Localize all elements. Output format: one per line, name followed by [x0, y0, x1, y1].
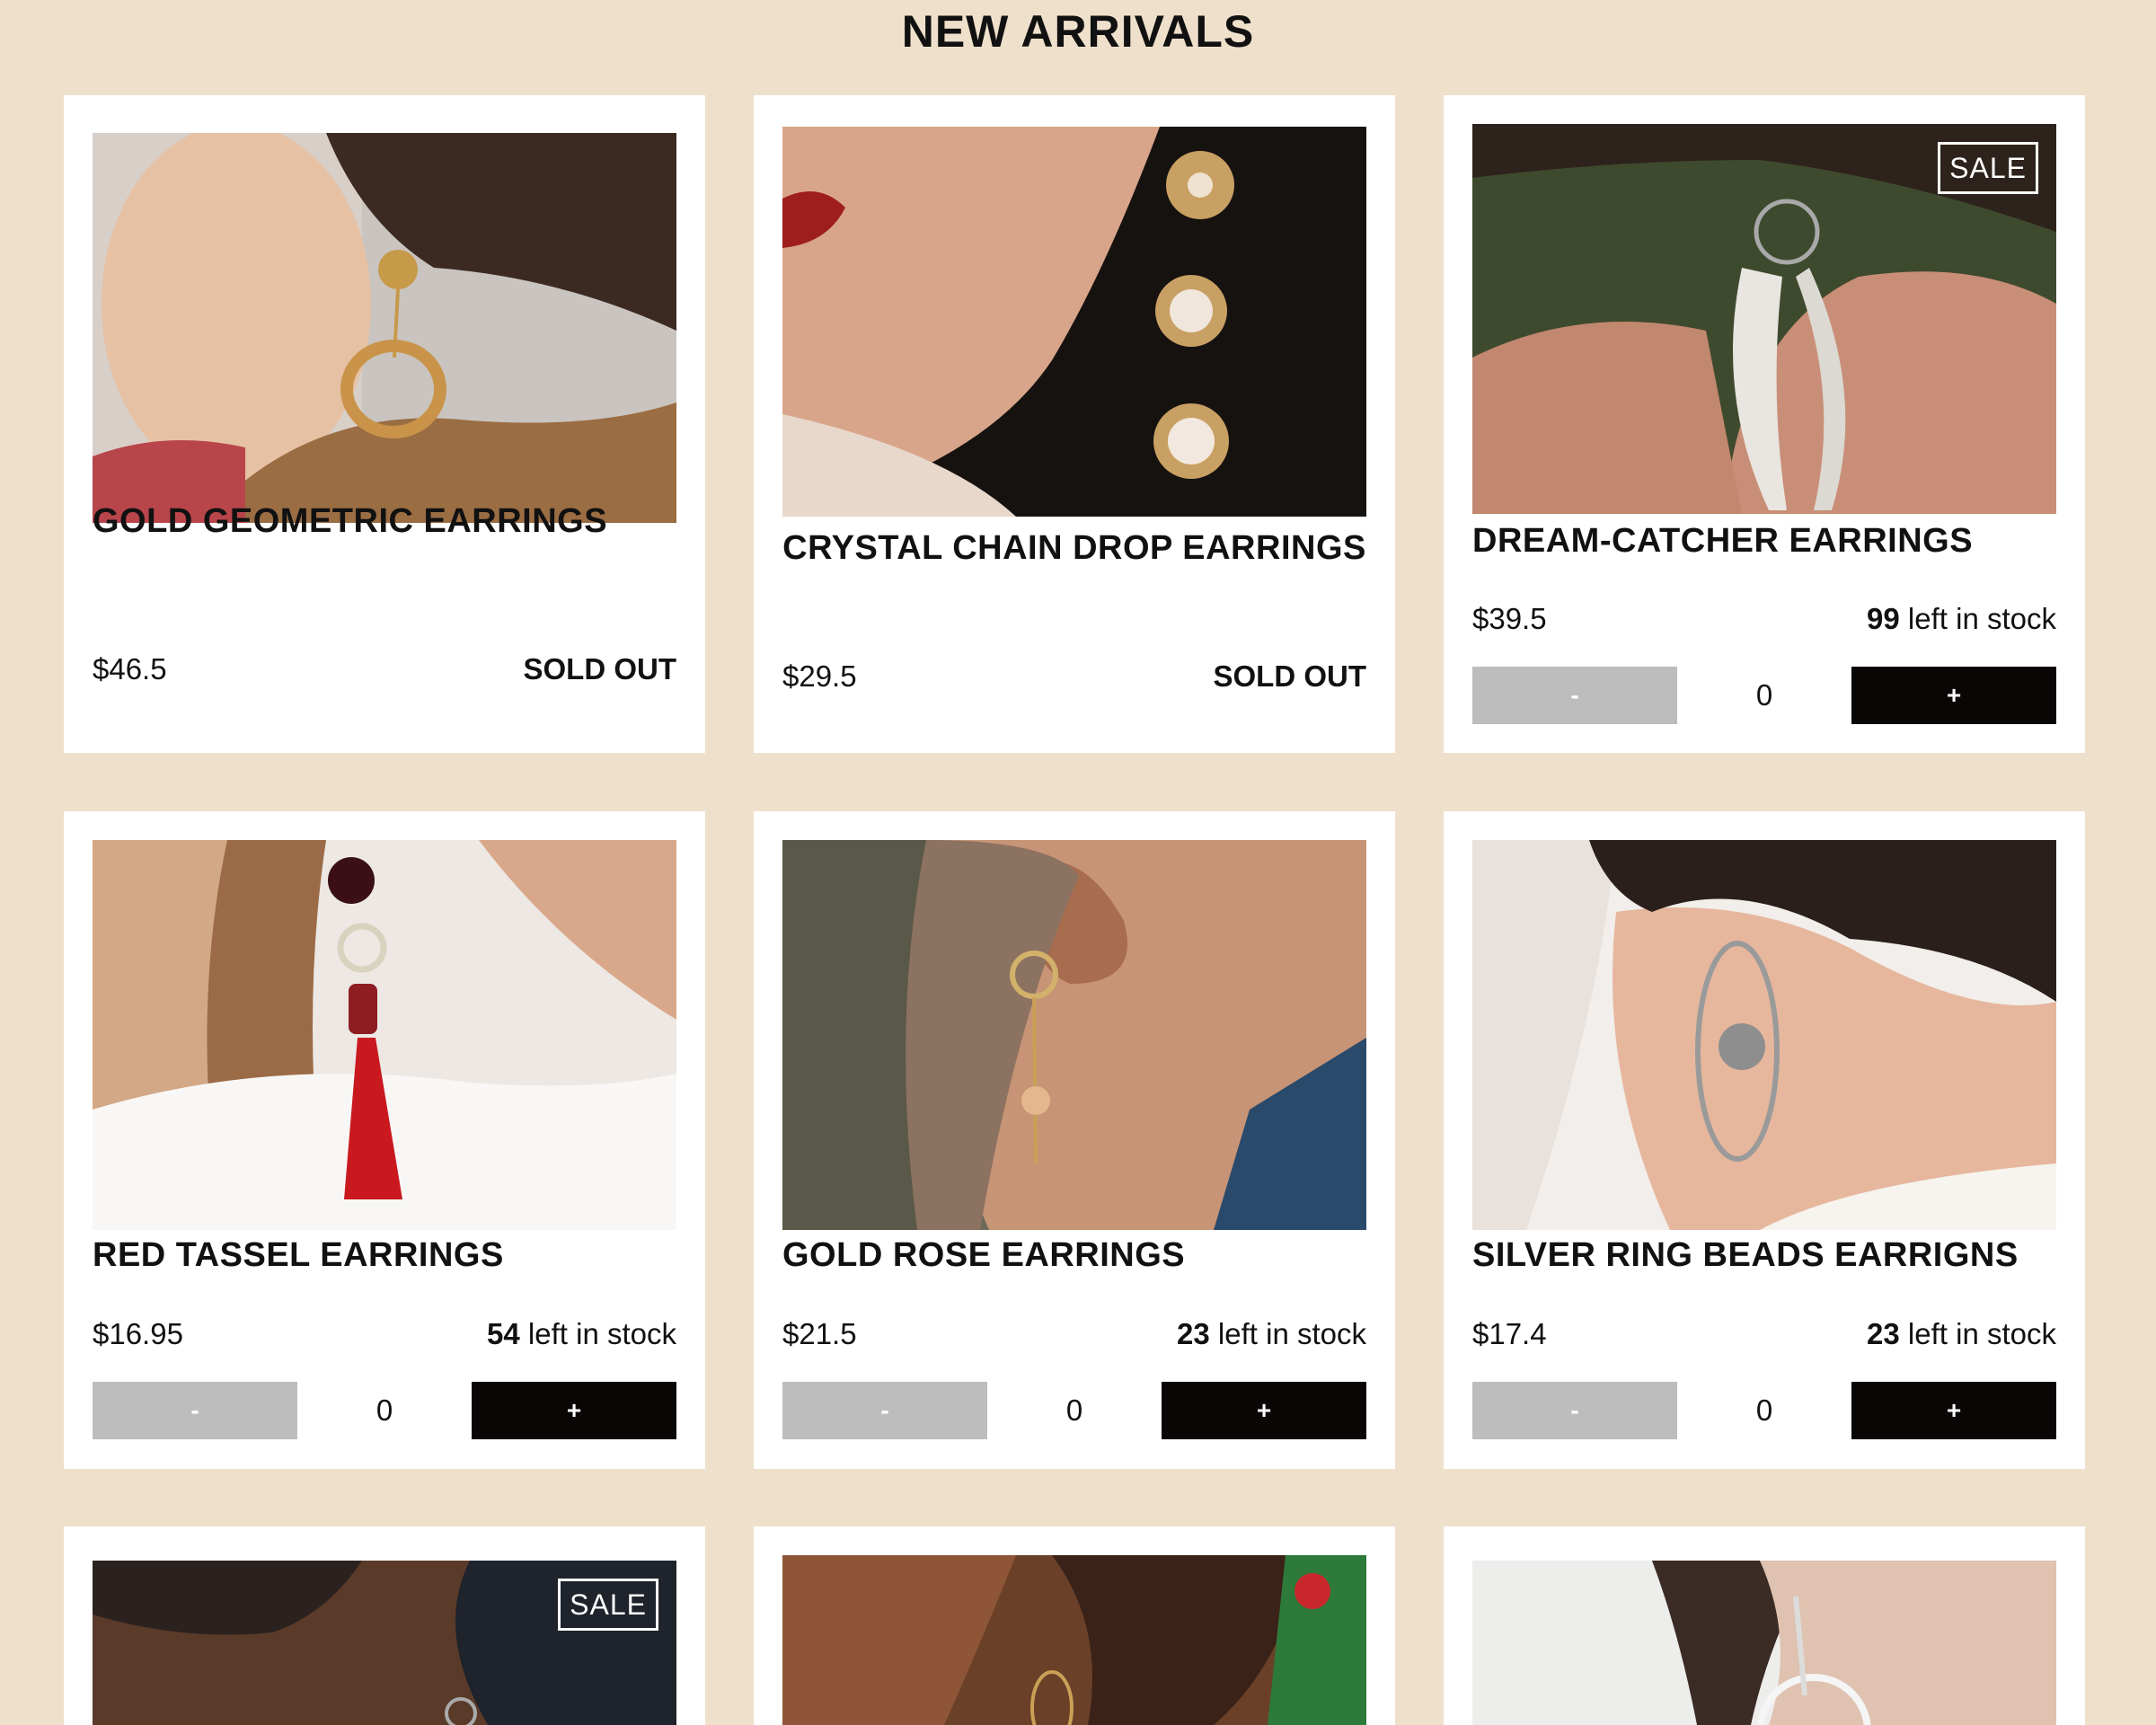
product-image[interactable] — [93, 133, 676, 523]
product-price: $21.5 — [782, 1317, 857, 1350]
stock-status: 54 left in stock — [487, 1317, 676, 1351]
stock-count: 54 — [487, 1317, 520, 1350]
product-image[interactable] — [1472, 1561, 2056, 1725]
stock-suffix: left in stock — [1907, 1317, 2056, 1350]
decrease-quantity-button[interactable]: - — [1472, 1382, 1677, 1439]
quantity-stepper: - 0 + — [93, 1382, 676, 1439]
product-image[interactable]: SALE — [1472, 124, 2056, 514]
product-card: CRYSTAL CHAIN DROP EARRINGS $29.5 SOLD O… — [754, 95, 1395, 753]
product-card: GOLD ROSE EARRINGS $21.5 23 left in stoc… — [754, 811, 1395, 1469]
sold-out-label: SOLD OUT — [1213, 659, 1367, 693]
stock-status: 99 left in stock — [1867, 602, 2056, 636]
quantity-value: 0 — [1755, 1393, 1773, 1427]
product-name[interactable]: RED TASSEL EARRINGS — [93, 1234, 676, 1277]
product-image[interactable]: SALE — [93, 1561, 676, 1725]
decrease-quantity-button[interactable]: - — [93, 1382, 297, 1439]
stock-count: 99 — [1867, 602, 1900, 635]
product-card: SALE — [64, 1526, 705, 1725]
product-image[interactable] — [782, 1555, 1366, 1725]
stock-count: 23 — [1177, 1317, 1210, 1350]
increase-quantity-button[interactable]: + — [472, 1382, 676, 1439]
page-title: NEW ARRIVALS — [901, 6, 1255, 57]
product-image[interactable] — [782, 840, 1366, 1230]
product-name[interactable]: DREAM-CATCHER EARRINGS — [1472, 519, 2056, 562]
stock-suffix: left in stock — [527, 1317, 676, 1350]
stock-status: 23 left in stock — [1177, 1317, 1366, 1351]
quantity-stepper: - 0 + — [1472, 667, 2056, 724]
product-name[interactable]: CRYSTAL CHAIN DROP EARRINGS — [782, 526, 1366, 570]
increase-quantity-button[interactable]: + — [1851, 1382, 2056, 1439]
increase-quantity-button[interactable]: + — [1162, 1382, 1366, 1439]
decrease-quantity-button[interactable]: - — [1472, 667, 1677, 724]
product-card: SALE DREAM-CATCHER EARRINGS $39.5 99 lef… — [1444, 95, 2085, 753]
product-card: SILVER RING BEADS EARRIGNS $17.4 23 left… — [1444, 811, 2085, 1469]
stock-count: 23 — [1867, 1317, 1900, 1350]
quantity-value: 0 — [376, 1393, 393, 1427]
stock-suffix: left in stock — [1217, 1317, 1366, 1350]
product-name[interactable]: SILVER RING BEADS EARRIGNS — [1472, 1234, 2056, 1277]
quantity-value: 0 — [1065, 1393, 1083, 1427]
product-image[interactable] — [93, 840, 676, 1230]
product-name[interactable]: GOLD ROSE EARRINGS — [782, 1234, 1366, 1277]
product-price: $17.4 — [1472, 1317, 1547, 1350]
sale-badge: SALE — [1938, 142, 2038, 194]
quantity-stepper: - 0 + — [1472, 1382, 2056, 1439]
product-card — [1444, 1526, 2085, 1725]
product-price: $46.5 — [93, 652, 167, 686]
quantity-stepper: - 0 + — [782, 1382, 1366, 1439]
product-card: GOLD GEOMETRIC EARRINGS $46.5 SOLD OUT — [64, 95, 705, 753]
stock-status: 23 left in stock — [1867, 1317, 2056, 1351]
product-price: $29.5 — [782, 659, 857, 693]
quantity-value: 0 — [1755, 678, 1773, 712]
sold-out-label: SOLD OUT — [523, 652, 677, 686]
stock-suffix: left in stock — [1907, 602, 2056, 635]
product-price: $39.5 — [1472, 602, 1547, 635]
product-card — [754, 1526, 1395, 1725]
increase-quantity-button[interactable]: + — [1851, 667, 2056, 724]
product-price: $16.95 — [93, 1317, 183, 1350]
sale-badge: SALE — [558, 1579, 658, 1631]
product-image[interactable] — [1472, 840, 2056, 1230]
decrease-quantity-button[interactable]: - — [782, 1382, 987, 1439]
product-name[interactable]: GOLD GEOMETRIC EARRINGS — [93, 500, 676, 543]
product-image[interactable] — [782, 127, 1366, 517]
product-card: RED TASSEL EARRINGS $16.95 54 left in st… — [64, 811, 705, 1469]
